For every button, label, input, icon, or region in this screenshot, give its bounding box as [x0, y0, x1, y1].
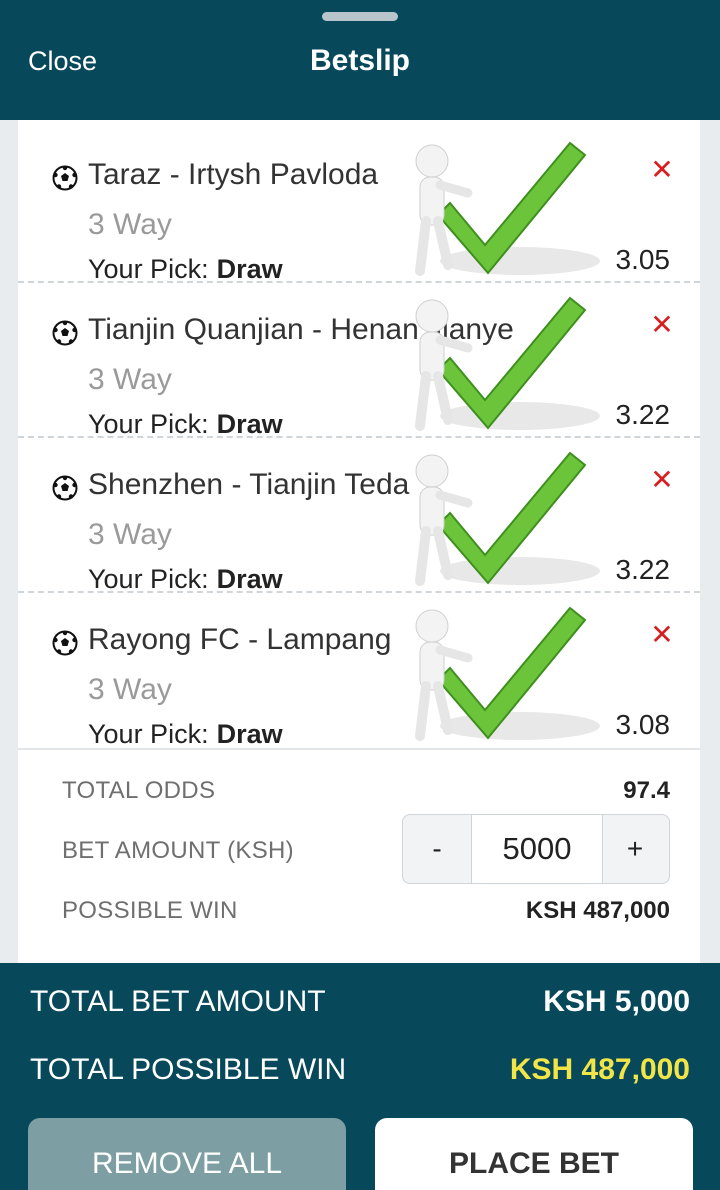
possible-win-label: POSSIBLE WIN	[62, 897, 238, 924]
soccer-ball-icon	[52, 320, 78, 346]
remove-all-button[interactable]: REMOVE ALL	[28, 1118, 346, 1190]
market-type: 3 Way	[88, 673, 172, 706]
summary-divider	[18, 748, 700, 750]
remove-bet-close-x-icon[interactable]: ✕	[648, 311, 676, 339]
checkmark-figure-icon	[415, 451, 600, 586]
pick-value: Draw	[216, 564, 283, 594]
your-pick: Your Pick: Draw	[88, 409, 283, 440]
market-type: 3 Way	[88, 208, 172, 241]
pick-label: Your Pick:	[88, 409, 209, 439]
your-pick: Your Pick: Draw	[88, 564, 283, 595]
bet-amount-input[interactable]: 5000	[471, 815, 603, 883]
pick-value: Draw	[216, 409, 283, 439]
bet-odds: 3.22	[615, 399, 671, 430]
remove-bet-close-x-icon[interactable]: ✕	[648, 621, 676, 649]
possible-win-value: KSH 487,000	[525, 897, 670, 924]
remove-bet-close-x-icon[interactable]: ✕	[648, 156, 676, 184]
increase-amount-button[interactable]: +	[601, 815, 669, 883]
bet-item: Shenzhen - Tianjin Teda 3 Way Your Pick:…	[18, 438, 700, 595]
your-pick: Your Pick: Draw	[88, 719, 283, 750]
bet-amount-stepper: - 5000 +	[402, 814, 670, 884]
match-name: Taraz - Irtysh Pavloda	[88, 158, 379, 191]
total-odds-label: TOTAL ODDS	[62, 777, 216, 804]
bet-item: Rayong FC - Lampang 3 Way Your Pick: Draw…	[18, 593, 700, 750]
bet-item: Taraz - Irtysh Pavloda 3 Way Your Pick: D…	[18, 128, 700, 285]
match-name: Rayong FC - Lampang	[88, 623, 392, 656]
checkmark-figure-icon	[415, 606, 600, 741]
soccer-ball-icon	[52, 165, 78, 191]
remove-bet-close-x-icon[interactable]: ✕	[648, 466, 676, 494]
bet-item: Tianjin Quanjian - Henan Jianye 3 Way Yo…	[18, 283, 700, 440]
sheet-grabber-handle[interactable]	[322, 12, 398, 21]
total-win-value: KSH 487,000	[509, 1053, 690, 1086]
decrease-amount-button[interactable]: -	[403, 815, 471, 883]
market-type: 3 Way	[88, 518, 172, 551]
checkmark-figure-icon	[415, 296, 600, 431]
total-bet-label: TOTAL BET AMOUNT	[30, 985, 326, 1018]
place-bet-button[interactable]: PLACE BET	[375, 1118, 693, 1190]
soccer-ball-icon	[52, 630, 78, 656]
pick-label: Your Pick:	[88, 564, 209, 594]
market-type: 3 Way	[88, 363, 172, 396]
bet-amount-label: BET AMOUNT (KSH)	[62, 837, 294, 864]
bet-odds: 3.08	[615, 709, 671, 740]
checkmark-figure-icon	[415, 141, 600, 276]
soccer-ball-icon	[52, 475, 78, 501]
pick-value: Draw	[216, 719, 283, 749]
total-win-label: TOTAL POSSIBLE WIN	[30, 1053, 347, 1086]
bet-odds: 3.05	[615, 244, 671, 275]
pick-label: Your Pick:	[88, 719, 209, 749]
bet-odds: 3.22	[615, 554, 671, 585]
page-title: Betslip	[309, 44, 411, 77]
betslip-header: Close Betslip	[0, 0, 720, 120]
pick-value: Draw	[216, 254, 283, 284]
total-odds-value: 97.4	[623, 777, 670, 804]
match-name: Shenzhen - Tianjin Teda	[88, 468, 410, 501]
pick-label: Your Pick:	[88, 254, 209, 284]
total-bet-value: KSH 5,000	[543, 985, 690, 1018]
your-pick: Your Pick: Draw	[88, 254, 283, 285]
